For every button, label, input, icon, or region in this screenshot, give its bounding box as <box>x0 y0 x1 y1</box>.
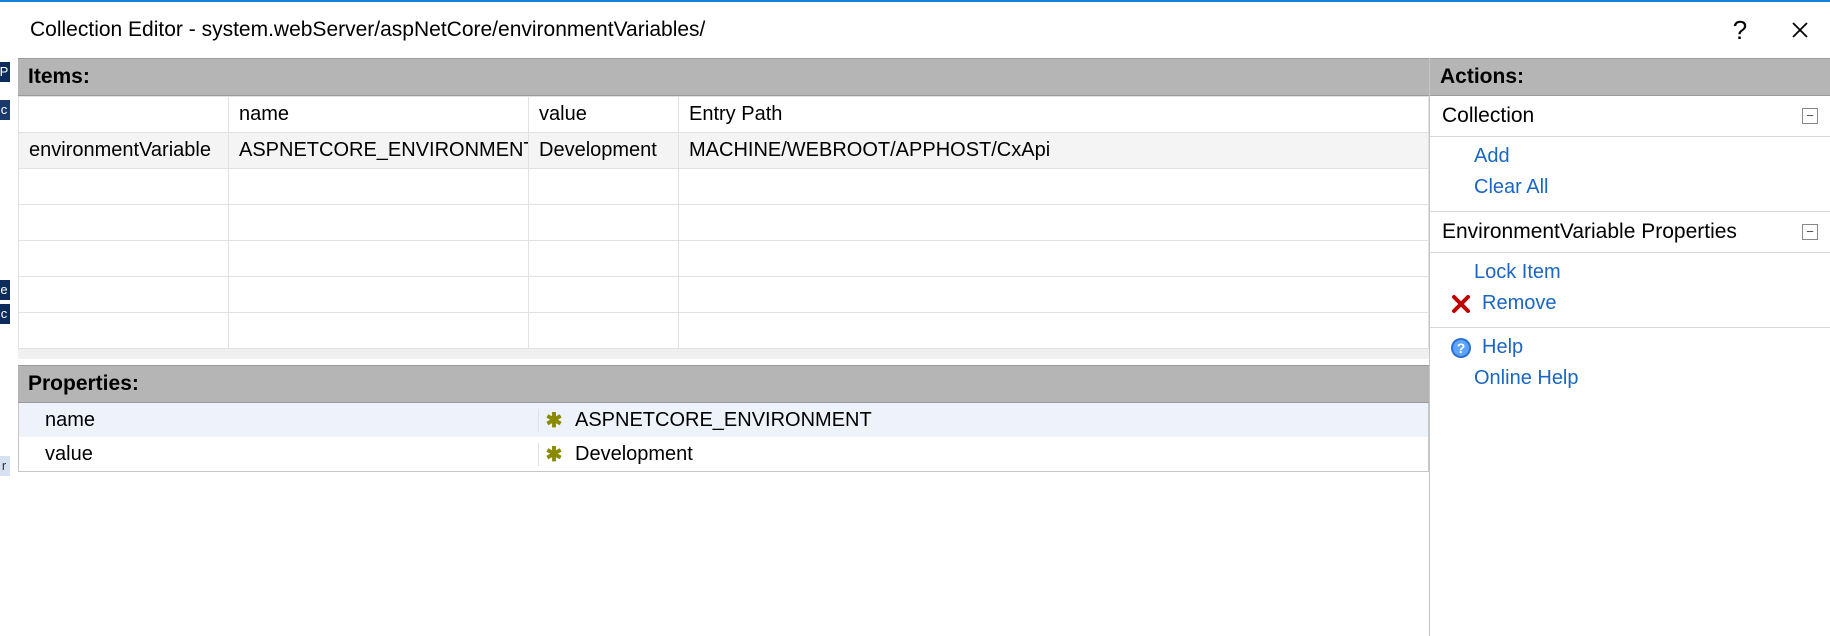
window-controls: ? <box>1710 2 1830 58</box>
group-envprops-title[interactable]: EnvironmentVariable Properties − <box>1430 212 1830 253</box>
action-online-help[interactable]: Online Help <box>1430 363 1830 394</box>
collection-editor-window: P c e c r Collection Editor - system.web… <box>0 0 1830 636</box>
left-edge-strip: P c e c r <box>0 4 18 636</box>
group-envprops-links: Lock Item Remove <box>1430 253 1830 328</box>
help-icon: ? <box>1450 337 1472 359</box>
remove-icon <box>1450 293 1472 315</box>
actions-heading: Actions: <box>1430 58 1830 96</box>
titlebar: Collection Editor - system.webServer/asp… <box>18 2 1830 58</box>
property-row[interactable]: name ✱ ASPNETCORE_ENVIRONMENT <box>19 403 1428 437</box>
svg-text:?: ? <box>1457 340 1466 356</box>
items-row-empty[interactable]: . <box>19 313 1429 349</box>
items-header-row: name value Entry Path <box>19 97 1429 133</box>
cell-value: Development <box>529 133 679 169</box>
properties-grid[interactable]: name ✱ ASPNETCORE_ENVIRONMENT value ✱ De… <box>18 403 1429 472</box>
group-collection-label: Collection <box>1442 104 1534 128</box>
group-collection-links: Add Clear All <box>1430 137 1830 212</box>
action-clear-all[interactable]: Clear All <box>1430 172 1830 203</box>
col-type[interactable] <box>19 97 229 133</box>
cell-entry-path: MACHINE/WEBROOT/APPHOST/CxApi <box>679 133 1429 169</box>
actions-pane: Actions: Collection − Add Clear All Envi… <box>1430 58 1830 636</box>
action-lock-item[interactable]: Lock Item <box>1430 257 1830 288</box>
property-row[interactable]: value ✱ Development <box>19 437 1428 471</box>
property-value: ASPNETCORE_ENVIRONMENT <box>569 409 872 432</box>
main-pane: Items: name value Entry Path <box>18 58 1430 636</box>
items-row[interactable]: environmentVariable ASPNETCORE_ENVIRONME… <box>19 133 1429 169</box>
items-section: Items: name value Entry Path <box>18 58 1429 359</box>
items-row-empty[interactable]: . <box>19 277 1429 313</box>
property-name: value <box>19 443 539 466</box>
window-title: Collection Editor - system.webServer/asp… <box>30 18 705 42</box>
group-help-links: ? Help Online Help <box>1430 328 1830 402</box>
properties-section: Properties: name ✱ ASPNETCORE_ENVIRONMEN… <box>18 365 1429 472</box>
client-area: Items: name value Entry Path <box>18 58 1830 636</box>
asterisk-icon: ✱ <box>539 442 569 467</box>
cell-name: ASPNETCORE_ENVIRONMENT <box>229 133 529 169</box>
group-collection-title[interactable]: Collection − <box>1430 96 1830 137</box>
items-row-empty[interactable]: . <box>19 169 1429 205</box>
items-grid[interactable]: name value Entry Path environmentVariabl… <box>18 96 1429 349</box>
items-row-empty[interactable]: . <box>19 205 1429 241</box>
close-button[interactable] <box>1770 2 1830 58</box>
property-name: name <box>19 409 539 432</box>
help-button[interactable]: ? <box>1710 2 1770 58</box>
items-heading: Items: <box>18 58 1429 96</box>
property-value: Development <box>569 443 693 466</box>
action-add[interactable]: Add <box>1430 141 1830 172</box>
group-envprops-label: EnvironmentVariable Properties <box>1442 220 1737 244</box>
col-entry-path[interactable]: Entry Path <box>679 97 1429 133</box>
action-help[interactable]: ? Help <box>1430 332 1830 363</box>
asterisk-icon: ✱ <box>539 408 569 433</box>
collapse-icon[interactable]: − <box>1802 224 1818 240</box>
col-value[interactable]: value <box>529 97 679 133</box>
items-row-empty[interactable]: . <box>19 241 1429 277</box>
close-icon <box>1790 20 1810 40</box>
col-name[interactable]: name <box>229 97 529 133</box>
action-remove[interactable]: Remove <box>1430 288 1830 319</box>
cell-type: environmentVariable <box>19 133 229 169</box>
collapse-icon[interactable]: − <box>1802 108 1818 124</box>
properties-heading: Properties: <box>18 365 1429 403</box>
